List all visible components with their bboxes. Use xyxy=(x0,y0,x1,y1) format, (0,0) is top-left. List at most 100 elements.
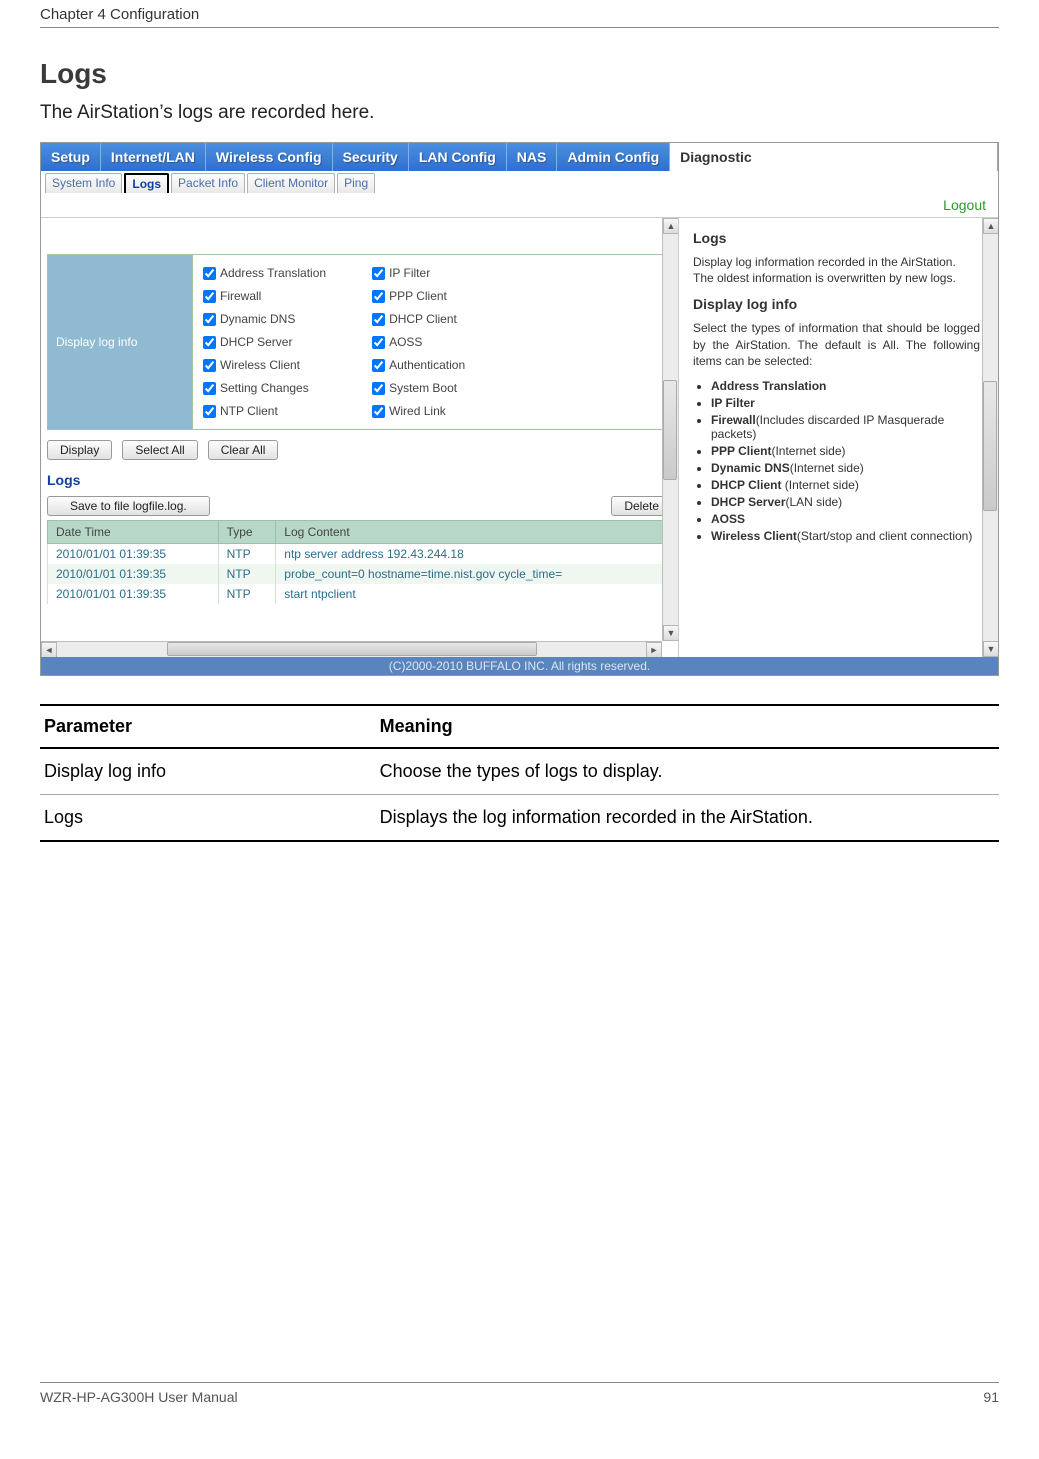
chk-label: Setting Changes xyxy=(220,378,309,398)
scroll-down-icon[interactable]: ▼ xyxy=(663,625,678,641)
list-item: DHCP Server(LAN side) xyxy=(711,495,980,509)
help-title: Logs xyxy=(693,230,980,246)
checkbox-icon[interactable] xyxy=(372,313,385,326)
chk-dynamic-dns[interactable]: Dynamic DNS xyxy=(203,309,326,329)
chk-setting-changes[interactable]: Setting Changes xyxy=(203,378,326,398)
checkbox-icon[interactable] xyxy=(203,405,216,418)
checkbox-icon[interactable] xyxy=(372,336,385,349)
scroll-left-icon[interactable]: ◄ xyxy=(41,642,57,657)
tab-admin-config[interactable]: Admin Config xyxy=(557,143,670,171)
param-header-row: Parameter Meaning xyxy=(40,705,999,748)
checkbox-icon[interactable] xyxy=(372,405,385,418)
save-logfile-button[interactable]: Save to file logfile.log. xyxy=(47,496,210,516)
scroll-thumb[interactable] xyxy=(663,380,677,480)
param-row: Display log info Choose the types of log… xyxy=(40,748,999,795)
tab-security[interactable]: Security xyxy=(333,143,409,171)
tab-internet-lan[interactable]: Internet/LAN xyxy=(101,143,206,171)
left-panel: Display log info Address Translation Fir… xyxy=(41,218,678,657)
chk-label: Wireless Client xyxy=(220,355,300,375)
checkbox-icon[interactable] xyxy=(372,290,385,303)
list-item: AOSS xyxy=(711,512,980,526)
chk-label: System Boot xyxy=(389,378,457,398)
tab-setup[interactable]: Setup xyxy=(41,143,101,171)
checkbox-icon[interactable] xyxy=(203,313,216,326)
chk-label: PPP Client xyxy=(389,286,447,306)
checkbox-icon[interactable] xyxy=(203,336,216,349)
chk-ip-filter[interactable]: IP Filter xyxy=(372,263,465,283)
subtab-logs[interactable]: Logs xyxy=(124,173,169,193)
chk-wireless-client[interactable]: Wireless Client xyxy=(203,355,326,375)
param-meaning: Displays the log information recorded in… xyxy=(376,795,999,842)
chk-system-boot[interactable]: System Boot xyxy=(372,378,465,398)
scroll-up-icon[interactable]: ▲ xyxy=(983,218,998,234)
chk-firewall[interactable]: Firewall xyxy=(203,286,326,306)
help-p3: Select the types of information that sho… xyxy=(693,320,980,369)
sub-tab-bar: System Info Logs Packet Info Client Moni… xyxy=(41,171,998,193)
checkbox-icon[interactable] xyxy=(203,290,216,303)
list-item: IP Filter xyxy=(711,396,980,410)
chk-ntp-client[interactable]: NTP Client xyxy=(203,401,326,421)
logs-table: Date Time Type Log Content 2010/01/01 01… xyxy=(47,520,672,604)
checkbox-icon[interactable] xyxy=(372,382,385,395)
list-item: PPP Client(Internet side) xyxy=(711,444,980,458)
chk-dhcp-client[interactable]: DHCP Client xyxy=(372,309,465,329)
list-item: Wireless Client(Start/stop and client co… xyxy=(711,529,980,543)
table-row: 2010/01/01 01:39:35 NTP start ntpclient xyxy=(48,584,672,604)
select-all-button[interactable]: Select All xyxy=(122,440,197,460)
cell-content: probe_count=0 hostname=time.nist.gov cyc… xyxy=(276,564,672,584)
help-panel: Logs Display log information recorded in… xyxy=(678,218,998,657)
checkbox-icon[interactable] xyxy=(372,267,385,280)
chk-label: DHCP Client xyxy=(389,309,457,329)
chk-aoss[interactable]: AOSS xyxy=(372,332,465,352)
clear-all-button[interactable]: Clear All xyxy=(208,440,279,460)
help-scrollbar-vertical[interactable]: ▲ ▼ xyxy=(982,218,998,657)
checkbox-icon[interactable] xyxy=(203,267,216,280)
chk-label: DHCP Server xyxy=(220,332,292,352)
subtab-ping[interactable]: Ping xyxy=(337,173,375,193)
display-log-info-label: Display log info xyxy=(48,255,193,429)
subtab-packet-info[interactable]: Packet Info xyxy=(171,173,245,193)
chk-address-translation[interactable]: Address Translation xyxy=(203,263,326,283)
list-item: Dynamic DNS(Internet side) xyxy=(711,461,980,475)
chk-ppp-client[interactable]: PPP Client xyxy=(372,286,465,306)
checkbox-col-2: IP Filter PPP Client DHCP Client AOSS Au… xyxy=(362,255,475,429)
left-scrollbar-vertical[interactable]: ▲ ▼ xyxy=(662,218,678,641)
checkbox-col-1: Address Translation Firewall Dynamic DNS… xyxy=(193,255,336,429)
subtab-system-info[interactable]: System Info xyxy=(45,173,122,193)
param-name: Logs xyxy=(40,795,376,842)
cell-content: start ntpclient xyxy=(276,584,672,604)
chk-label: IP Filter xyxy=(389,263,430,283)
help-item-list: Address Translation IP Filter Firewall(I… xyxy=(711,379,980,543)
checkbox-icon[interactable] xyxy=(203,359,216,372)
cell-type: NTP xyxy=(218,584,276,604)
scroll-thumb-h[interactable] xyxy=(167,642,537,656)
subtab-client-monitor[interactable]: Client Monitor xyxy=(247,173,335,193)
tab-lan-config[interactable]: LAN Config xyxy=(409,143,507,171)
th-type: Type xyxy=(218,521,276,544)
left-scrollbar-horizontal[interactable]: ◄ ► xyxy=(41,641,662,657)
param-name: Display log info xyxy=(40,748,376,795)
tab-wireless-config[interactable]: Wireless Config xyxy=(206,143,333,171)
display-button[interactable]: Display xyxy=(47,440,112,460)
scroll-thumb[interactable] xyxy=(983,381,997,511)
chk-wired-link[interactable]: Wired Link xyxy=(372,401,465,421)
param-header-meaning: Meaning xyxy=(376,705,999,748)
chk-dhcp-server[interactable]: DHCP Server xyxy=(203,332,326,352)
app-screenshot: Setup Internet/LAN Wireless Config Secur… xyxy=(40,142,999,676)
checkbox-icon[interactable] xyxy=(203,382,216,395)
checkbox-icon[interactable] xyxy=(372,359,385,372)
chk-label: NTP Client xyxy=(220,401,278,421)
tab-nas[interactable]: NAS xyxy=(507,143,558,171)
cell-datetime: 2010/01/01 01:39:35 xyxy=(48,564,219,584)
scroll-up-icon[interactable]: ▲ xyxy=(663,218,678,234)
scroll-right-icon[interactable]: ► xyxy=(646,642,662,657)
th-content: Log Content xyxy=(276,521,672,544)
chk-authentication[interactable]: Authentication xyxy=(372,355,465,375)
tab-diagnostic[interactable]: Diagnostic xyxy=(670,143,998,171)
logout-link[interactable]: Logout xyxy=(41,193,998,217)
footer-manual-name: WZR-HP-AG300H User Manual xyxy=(40,1389,238,1405)
cell-type: NTP xyxy=(218,564,276,584)
parameter-table: Parameter Meaning Display log info Choos… xyxy=(40,704,999,842)
help-subtitle: Display log info xyxy=(693,296,980,312)
scroll-down-icon[interactable]: ▼ xyxy=(983,641,998,657)
